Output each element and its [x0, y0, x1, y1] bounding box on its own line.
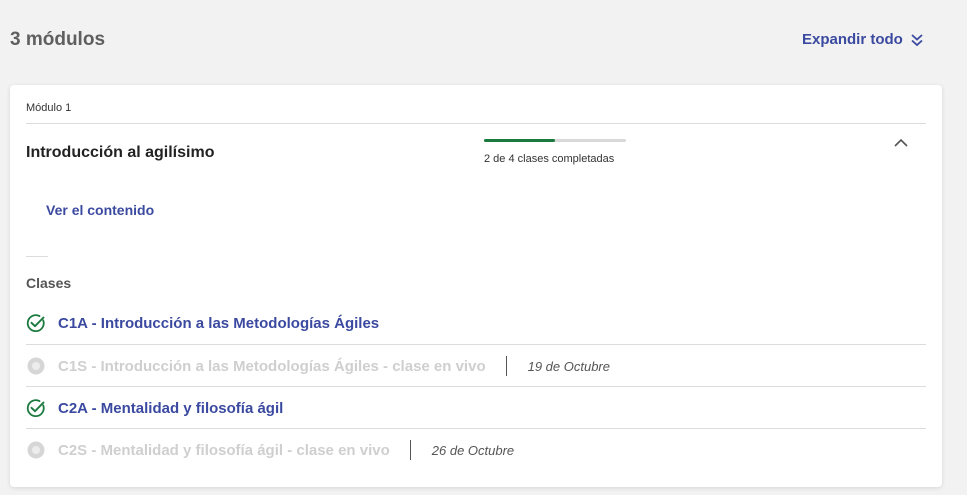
view-content-link[interactable]: Ver el contenido — [46, 202, 154, 218]
module-title: Introducción al agilísimo — [26, 144, 215, 161]
circle-icon — [26, 356, 46, 376]
chevrons-down-icon — [911, 33, 923, 46]
date-separator — [505, 356, 507, 376]
class-title: C2S - Mentalidad y filosofía ágil - clas… — [58, 441, 390, 459]
progress-bar — [484, 139, 626, 142]
short-divider — [26, 256, 48, 257]
progress-fill — [484, 139, 555, 142]
progress-text: 2 de 4 clases completadas — [484, 153, 615, 165]
date-separator — [409, 440, 411, 460]
chevron-up-icon[interactable] — [893, 137, 909, 149]
class-row: C1A - Introducción a las Metodologías Ág… — [26, 302, 926, 344]
class-title[interactable]: C2A - Mentalidad y filosofía ágil — [58, 400, 283, 417]
module-count: 3 módulos — [10, 29, 106, 50]
module-divider — [26, 123, 926, 124]
class-row: C1S - Introducción a las Metodologías Ág… — [26, 344, 926, 387]
expand-all-label: Expandir todo — [802, 31, 903, 48]
class-date: 26 de Octubre — [431, 442, 515, 458]
check-circle-icon — [26, 398, 46, 418]
expand-all-button[interactable]: Expandir todo — [802, 31, 923, 48]
module-number-label: Módulo 1 — [26, 102, 72, 114]
class-date: 19 de Octubre — [527, 358, 610, 374]
module-card: Módulo 1 Introducción al agilísimo 2 de … — [10, 85, 942, 487]
class-row: C2S - Mentalidad y filosofía ágil - clas… — [26, 428, 926, 471]
class-title: C1S - Introducción a las Metodologías Ág… — [58, 357, 486, 375]
circle-icon — [26, 440, 46, 460]
classes-heading: Clases — [26, 275, 72, 291]
check-circle-icon — [26, 313, 46, 333]
class-row: C2A - Mentalidad y filosofía ágil — [26, 386, 926, 429]
class-title[interactable]: C1A - Introducción a las Metodologías Ág… — [58, 315, 379, 332]
